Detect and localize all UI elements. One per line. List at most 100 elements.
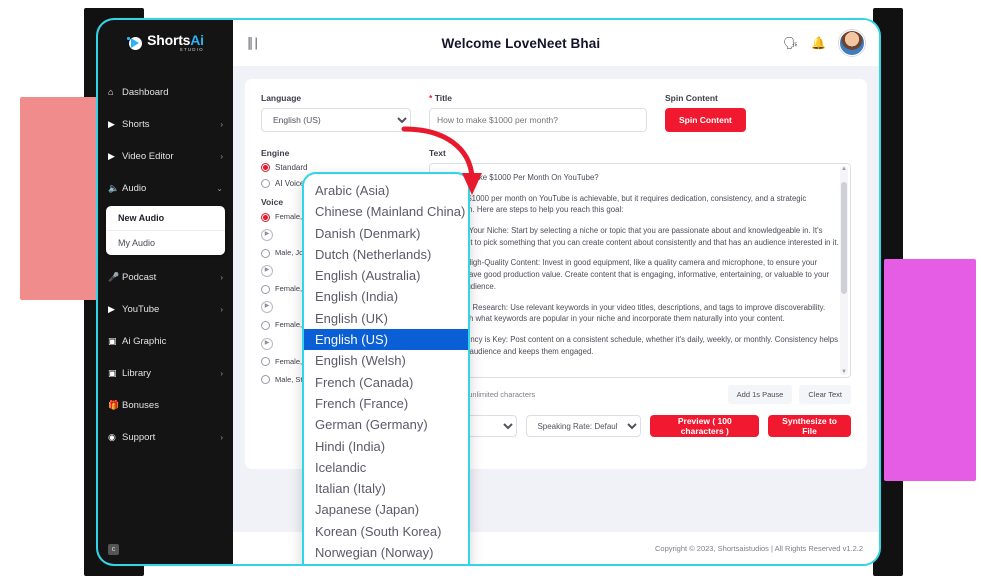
sidebar-collapse-icon[interactable]: c	[108, 544, 119, 555]
sidebar-item-label: Support	[122, 431, 156, 443]
sidebar-item-bonuses[interactable]: 🎁 Bonuses	[98, 389, 233, 421]
support-chat-icon[interactable]: 🗣	[783, 37, 798, 49]
image-icon: ▣	[108, 335, 117, 346]
avatar[interactable]	[839, 30, 865, 56]
dropdown-option[interactable]: English (Australia)	[304, 265, 468, 286]
sidebar-item-label: Dashboard	[122, 86, 169, 98]
form-row-top: Language English (US) * Title Spin Co	[261, 93, 851, 132]
youtube-icon: ▶	[108, 303, 115, 314]
text-actions-row: used, up to unlimited characters Add 1s …	[429, 385, 851, 404]
engine-option-standard[interactable]: Standard	[261, 163, 411, 172]
title-input[interactable]	[429, 108, 647, 132]
dropdown-option[interactable]: Danish (Denmark)	[304, 223, 468, 244]
text-input-area[interactable]: How To Make $1000 Per Month On YouTube? …	[429, 163, 851, 378]
scroll-down-icon[interactable]: ▼	[841, 369, 847, 375]
add-pause-button[interactable]: Add 1s Pause	[727, 385, 793, 404]
radio-icon	[261, 179, 270, 188]
engine-option-label: Standard	[275, 163, 308, 172]
dropdown-option[interactable]: English (UK)	[304, 308, 468, 329]
dropdown-option[interactable]: Icelandic	[304, 457, 468, 478]
dropdown-option[interactable]: Dutch (Netherlands)	[304, 244, 468, 265]
play-preview-icon[interactable]: ▶	[261, 229, 273, 242]
text-paragraph: Consistency is Key: Post content on a co…	[440, 334, 839, 356]
language-dropdown-list[interactable]: Arabic (Asia) Chinese (Mainland China) D…	[302, 172, 470, 564]
sidebar-item-ai-graphic[interactable]: ▣ Ai Graphic	[98, 325, 233, 357]
chevron-right-icon: ›	[220, 304, 223, 314]
page-title: Welcome LoveNeet Bhai	[441, 35, 601, 51]
speaking-rate-select[interactable]: Speaking Rate: Default	[526, 415, 642, 437]
language-select[interactable]: English (US)	[261, 108, 411, 132]
hamburger-icon[interactable]: ∥|	[247, 35, 259, 51]
radio-icon	[261, 163, 270, 172]
radio-icon	[261, 248, 270, 258]
dropdown-option[interactable]: Korean (South Korea)	[304, 521, 468, 542]
book-icon: ▣	[108, 367, 117, 378]
home-icon: ⌂	[108, 87, 114, 97]
play-preview-icon[interactable]: ▶	[261, 265, 273, 278]
chevron-right-icon: ›	[220, 368, 223, 378]
dropdown-option[interactable]: Japanese (Japan)	[304, 499, 468, 520]
dropdown-option[interactable]: Hindi (India)	[304, 436, 468, 457]
title-label: * Title	[429, 93, 647, 103]
preview-button[interactable]: Preview ( 100 characters )	[650, 415, 760, 437]
submenu-item-new-audio[interactable]: New Audio	[106, 206, 225, 231]
copyright-text: Copyright © 2023, Shortsaistudios | All …	[655, 543, 863, 553]
dropdown-option[interactable]: English (India)	[304, 286, 468, 307]
scrollbar-thumb[interactable]	[841, 182, 847, 294]
dropdown-option[interactable]: Arabic (Asia)	[304, 180, 468, 201]
sidebar-item-label: YouTube	[122, 303, 160, 315]
text-paragraph: Choose Your Niche: Start by selecting a …	[440, 226, 839, 247]
textarea-scrollbar[interactable]: ▲ ▼	[840, 166, 848, 375]
decor-magenta-block	[884, 259, 976, 481]
sidebar-item-video-editor[interactable]: ▶ Video Editor ›	[98, 140, 233, 172]
sidebar-item-podcast[interactable]: 🎤 Podcast ›	[98, 261, 233, 293]
text-paragraph: Create High-Quality Content: Invest in g…	[440, 258, 830, 291]
spin-content-button[interactable]: Spin Content	[665, 108, 746, 132]
sidebar-item-dashboard[interactable]: ⌂ Dashboard	[98, 76, 233, 108]
radio-icon	[261, 284, 270, 294]
logo-text-accent: Ai	[190, 32, 204, 49]
clear-text-button[interactable]: Clear Text	[799, 385, 851, 404]
language-label: Language	[261, 93, 302, 103]
dropdown-option[interactable]: Chinese (Mainland China)	[304, 201, 468, 222]
dropdown-option[interactable]: Polish (Poland)	[304, 563, 468, 564]
text-paragraph: Making $1000 per month on YouTube is ach…	[440, 193, 807, 215]
sidebar-item-label: Library	[122, 367, 152, 379]
spin-content-label: Spin Content	[665, 93, 718, 103]
sidebar-item-youtube[interactable]: ▶ YouTube ›	[98, 293, 233, 325]
synthesize-to-file-button[interactable]: Synthesize to File	[768, 415, 851, 437]
dropdown-option[interactable]: German (Germany)	[304, 414, 468, 435]
engine-label: Engine	[261, 148, 290, 158]
dropdown-option[interactable]: Italian (Italy)	[304, 478, 468, 499]
submenu-item-my-audio[interactable]: My Audio	[106, 231, 225, 255]
character-count-note: used, up to unlimited characters	[429, 390, 536, 399]
sidebar: ShortsAi STUDIO ⌂ Dashboard ▶ Shorts › ▶…	[98, 20, 233, 564]
scroll-up-icon[interactable]: ▲	[841, 166, 847, 172]
sidebar-item-support[interactable]: ◉ Support ›	[98, 421, 233, 453]
notification-bell-icon[interactable]: 🔔	[811, 37, 826, 49]
dropdown-option[interactable]: French (Canada)	[304, 372, 468, 393]
dropdown-option[interactable]: Norwegian (Norway)	[304, 542, 468, 563]
speaker-icon: 🔈	[108, 182, 120, 193]
play-preview-icon[interactable]: ▶	[261, 337, 273, 350]
chevron-down-icon: ⌄	[216, 183, 223, 193]
dropdown-option[interactable]: English (Welsh)	[304, 350, 468, 371]
sidebar-item-library[interactable]: ▣ Library ›	[98, 357, 233, 389]
logo-text-sub: STUDIO	[179, 47, 204, 53]
sidebar-item-audio[interactable]: 🔈 Audio ⌄	[98, 172, 233, 204]
gift-icon: 🎁	[108, 399, 120, 410]
topbar: ∥| Welcome LoveNeet Bhai 🗣 🔔	[233, 20, 879, 66]
play-preview-icon[interactable]: ▶	[261, 301, 273, 314]
text-paragraph: How To Make $1000 Per Month On YouTube?	[440, 173, 599, 182]
chevron-right-icon: ›	[220, 119, 223, 129]
sidebar-item-label: Shorts	[122, 118, 150, 130]
radio-icon	[261, 375, 270, 385]
app-logo[interactable]: ShortsAi STUDIO	[98, 20, 233, 66]
spin-content-group: Spin Content Spin Content	[665, 93, 795, 132]
dropdown-option[interactable]: French (France)	[304, 393, 468, 414]
dropdown-option-selected[interactable]: English (US)	[304, 329, 468, 351]
sidebar-item-label: Video Editor	[122, 150, 174, 162]
sidebar-item-shorts[interactable]: ▶ Shorts ›	[98, 108, 233, 140]
topbar-icons: 🗣 🔔	[783, 30, 865, 56]
sidebar-item-label: Podcast	[122, 271, 157, 283]
